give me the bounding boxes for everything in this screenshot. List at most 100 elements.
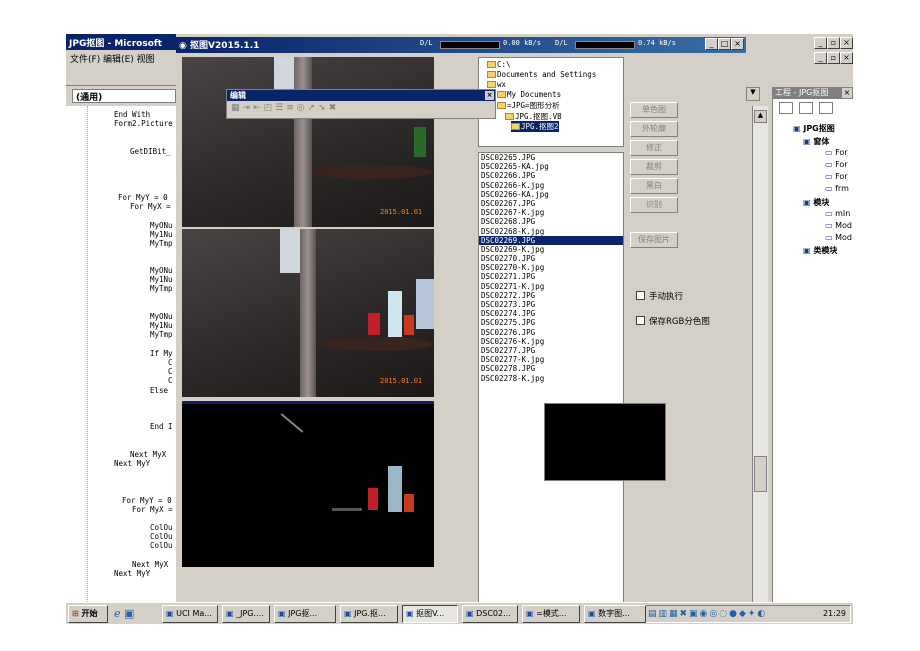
object-combo[interactable]: (通用) (72, 89, 176, 103)
code-editor[interactable]: End With Form2.Picture GetDIBit_ For MyY = … (66, 106, 176, 606)
properties-icon[interactable]: ▦ (231, 103, 243, 113)
original-image[interactable]: 2015.01.01 (182, 57, 434, 227)
taskbar-item[interactable]: ▣ JPG抠... (274, 605, 336, 623)
action-button[interactable]: 黑白 (630, 178, 678, 194)
file-item[interactable]: DSC02273.JPG (479, 300, 623, 309)
vb-toolbar[interactable] (66, 66, 176, 86)
project-tree-item[interactable]: ▣ 类模块 (803, 245, 837, 256)
file-item[interactable]: DSC02275.JPG (479, 318, 623, 327)
clear-bookmarks-icon[interactable]: ✖ (329, 103, 340, 113)
file-item[interactable]: DSC02266.JPG (479, 171, 623, 180)
project-tree-item[interactable]: ▭ mIn (825, 209, 850, 218)
child-minimize-button[interactable]: _ (814, 52, 827, 64)
file-item[interactable]: DSC02269.JPG (479, 235, 623, 245)
checkbox-box[interactable] (636, 316, 645, 325)
file-item[interactable]: DSC02268-K.jpg (479, 227, 623, 236)
taskbar-item[interactable]: ▣ DSC02... (462, 605, 518, 623)
procedure-dropdown-icon[interactable]: ▼ (746, 87, 760, 101)
project-tree-item[interactable]: ▭ For (825, 148, 848, 157)
child-close-button[interactable]: × (840, 52, 853, 64)
file-item[interactable]: DSC02266-K.jpg (479, 181, 623, 190)
project-toolbar[interactable] (779, 102, 849, 116)
start-button[interactable]: ⊞ 开始 (68, 605, 108, 623)
file-item[interactable]: DSC02272.JPG (479, 291, 623, 300)
uncomment-icon[interactable]: ≡ (286, 103, 297, 113)
scroll-up-icon[interactable]: ▲ (754, 110, 767, 123)
file-item[interactable]: DSC02270-K.jpg (479, 263, 623, 272)
taskbar-item[interactable]: ▣ 抠图V... (402, 605, 458, 623)
file-item[interactable]: DSC02277-K.jpg (479, 355, 623, 364)
view-code-icon[interactable] (779, 102, 793, 114)
project-tree-item[interactable]: ▣ 模块 (803, 197, 829, 208)
project-tree-item[interactable]: ▭ frm (825, 184, 849, 193)
tree-folder[interactable]: JPG.抠图2 (511, 121, 559, 132)
project-tree-item[interactable]: ▭ For (825, 172, 848, 181)
tree-folder[interactable]: wx (487, 80, 506, 89)
file-item[interactable]: DSC02265.JPG (479, 153, 623, 162)
file-item[interactable]: DSC02278-K.jpg (479, 374, 623, 383)
file-item[interactable]: DSC02271.JPG (479, 272, 623, 281)
checkbox-box[interactable] (636, 291, 645, 300)
action-button[interactable]: 修正 (630, 140, 678, 156)
action-button[interactable]: 识别 (630, 197, 678, 213)
bookmark-icon[interactable]: ◰ (264, 103, 276, 113)
taskbar-item[interactable]: ▣ UCI Ma... (162, 605, 218, 623)
processed-image[interactable]: 2015.01.01 (182, 229, 434, 397)
project-tree-item[interactable]: ▣ JPG抠图 (793, 123, 835, 134)
next-bookmark-icon[interactable]: ➚ (308, 103, 319, 113)
file-item[interactable]: DSC02266-KA.jpg (479, 190, 623, 199)
file-item[interactable]: DSC02267.JPG (479, 199, 623, 208)
file-item[interactable]: DSC02274.JPG (479, 309, 623, 318)
desktop-icon[interactable]: ▣ (124, 607, 134, 620)
directory-tree[interactable]: C:\ Documents and Settings wx My Documents =… (478, 57, 624, 147)
tree-folder[interactable]: Documents and Settings (487, 70, 596, 79)
taskbar-item[interactable]: ▣ _JPG.... (222, 605, 270, 623)
scroll-thumb[interactable] (754, 456, 767, 492)
app-maximize-button[interactable]: □ (718, 38, 731, 50)
extracted-image[interactable] (182, 401, 434, 567)
file-list[interactable]: DSC02265.JPG DSC02265-KA.jpg DSC02266.JPG D… (478, 152, 624, 604)
file-item[interactable]: DSC02276.JPG (479, 328, 623, 337)
quick-launch[interactable]: ℯ ▣ (114, 607, 150, 620)
vb-minimize-button[interactable]: _ (814, 37, 827, 49)
project-tree-item[interactable]: ▭ Mod (825, 233, 852, 242)
toggle-breakpoint-icon[interactable]: ◎ (297, 103, 308, 113)
project-tree-item[interactable]: ▭ For (825, 160, 848, 169)
project-tree-item[interactable]: ▭ Mod (825, 221, 852, 230)
vb-menu-bar[interactable]: 文件(F) 编辑(E) 视图 (66, 50, 176, 66)
edit-toolbar-icons[interactable]: ▦⇥⇤◰☰≡◎➚➘✖ (227, 101, 495, 115)
file-item[interactable]: DSC02269-K.jpg (479, 245, 623, 254)
project-tree-item[interactable]: ▣ 窗体 (803, 136, 829, 147)
save-image-button[interactable]: 保存图片 (630, 232, 678, 248)
comment-icon[interactable]: ☰ (275, 103, 286, 113)
edit-close-icon[interactable]: × (485, 91, 494, 100)
action-button[interactable]: 外轮廓 (630, 121, 678, 137)
indent-icon[interactable]: ⇥ (243, 103, 254, 113)
tree-folder[interactable]: My Documents (497, 90, 561, 99)
vb-restore-button[interactable]: ▫ (827, 37, 840, 49)
file-item[interactable]: DSC02268.JPG (479, 217, 623, 226)
ie-icon[interactable]: ℯ (114, 607, 121, 620)
app-close-button[interactable]: × (731, 38, 744, 50)
outdent-icon[interactable]: ⇤ (253, 103, 264, 113)
view-object-icon[interactable] (798, 102, 813, 114)
file-item[interactable]: DSC02278.JPG (479, 364, 623, 373)
taskbar-item[interactable]: ▣ JPG.抠... (340, 605, 398, 623)
file-item[interactable]: DSC02265-KA.jpg (479, 162, 623, 171)
file-item[interactable]: DSC02267-K.jpg (479, 208, 623, 217)
action-button[interactable]: 裁剪 (630, 159, 678, 175)
code-scrollbar[interactable]: ▲ (752, 106, 768, 606)
child-restore-button[interactable]: ▫ (827, 52, 840, 64)
file-item[interactable]: DSC02276-K.jpg (479, 337, 623, 346)
tray-icons[interactable]: ▤▥▦✖▣◉◎◌●◆✦◐ (648, 609, 767, 619)
project-close-icon[interactable]: × (842, 88, 852, 98)
action-button[interactable]: 单色图 (630, 102, 678, 118)
file-item[interactable]: DSC02270.JPG (479, 254, 623, 263)
tree-folder[interactable]: =JPG=图形分析 (497, 100, 560, 111)
manual-exec-checkbox[interactable]: 手动执行 (636, 290, 683, 302)
file-item[interactable]: DSC02277.JPG (479, 346, 623, 355)
edit-toolbar[interactable]: 编辑 × ▦⇥⇤◰☰≡◎➚➘✖ (226, 89, 496, 119)
taskbar-item[interactable]: ▣ 数字图... (584, 605, 646, 623)
vb-close-button[interactable]: × (840, 37, 853, 49)
taskbar-item[interactable]: ▣ =模式... (522, 605, 580, 623)
